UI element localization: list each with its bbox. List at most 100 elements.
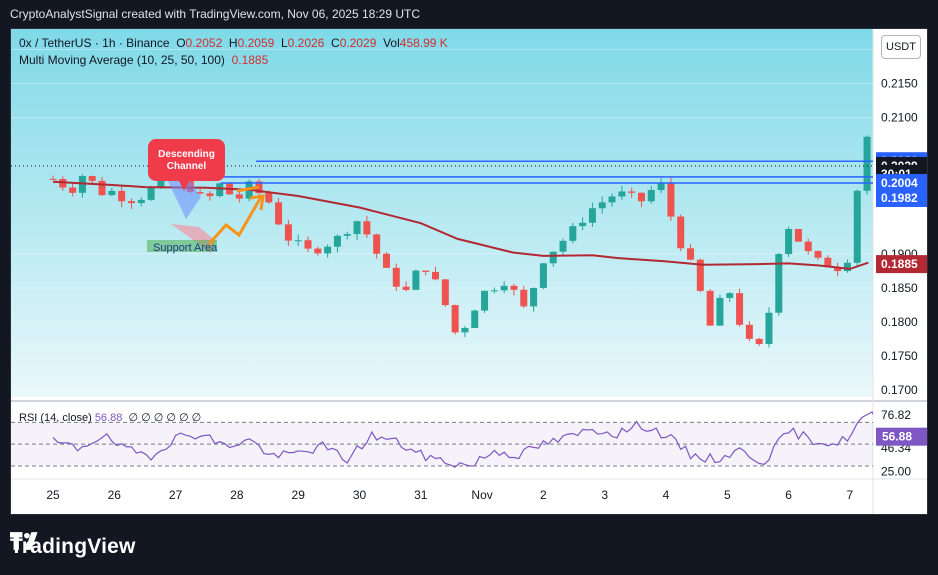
candle-body <box>481 290 489 311</box>
time-tick-label: 2 <box>540 488 547 502</box>
candle-body <box>275 202 283 225</box>
rsi-value-text: 56.88 <box>882 430 912 444</box>
time-tick-label: 7 <box>847 488 854 502</box>
rsi-legend: RSI (14, close) 56.88 ∅ ∅ ∅ ∅ ∅ ∅ <box>19 411 201 424</box>
candle-body <box>539 263 547 288</box>
candle-body <box>147 187 155 200</box>
candle-body <box>353 221 361 235</box>
candle-body <box>49 178 57 180</box>
candle-body <box>373 234 381 254</box>
rsi-tick-label: 76.82 <box>881 408 911 422</box>
candle-body <box>755 338 763 344</box>
candle-body <box>304 240 312 249</box>
candle-body <box>382 253 390 268</box>
price-chart[interactable]: 0.22000.21500.21000.19000.18500.18000.17… <box>11 29 928 515</box>
callout-text-line2: Channel <box>167 161 207 172</box>
candle-body <box>706 290 714 326</box>
candle-body <box>441 279 449 306</box>
candle-body <box>490 290 498 292</box>
price-tick-label: 0.2150 <box>881 77 918 91</box>
rsi-tick-label: 25.00 <box>881 464 911 478</box>
time-tick-label: 3 <box>601 488 608 502</box>
price-tick-label: 0.1700 <box>881 383 918 397</box>
price-label-text: 0.1982 <box>881 191 918 205</box>
candle-body <box>853 190 861 263</box>
time-tick-label: 29 <box>292 488 306 502</box>
candle-body <box>667 183 675 217</box>
ma-value: 0.1885 <box>231 53 269 67</box>
time-tick-label: Nov <box>471 488 492 502</box>
candle-body <box>402 286 410 290</box>
price-pane-background <box>11 29 873 397</box>
open-label: O <box>176 36 186 50</box>
candle-body <box>549 251 557 264</box>
chart-panel[interactable]: 0.22000.21500.21000.19000.18500.18000.17… <box>10 28 928 515</box>
candle-body <box>363 221 371 235</box>
time-tick-label: 25 <box>46 488 60 502</box>
candle-body <box>471 310 479 328</box>
candle-body <box>608 196 616 203</box>
candle-body <box>294 240 302 242</box>
candle-body <box>343 234 351 236</box>
candle-body <box>206 193 214 197</box>
candle-body <box>235 194 243 199</box>
candle-body <box>324 246 332 254</box>
support-area-label: Support Area <box>153 242 218 254</box>
candle-body <box>726 293 734 298</box>
rsi-label[interactable]: RSI (14, close) <box>19 412 92 424</box>
high-value: 0.2059 <box>237 36 275 50</box>
close-value: 0.2029 <box>339 36 377 50</box>
candle-body <box>127 201 135 204</box>
candle-body <box>500 285 508 291</box>
price-tick-label: 0.2100 <box>881 111 918 125</box>
time-tick-label: 27 <box>169 488 183 502</box>
candle-body <box>412 270 420 290</box>
candle-body <box>657 183 665 191</box>
high-label: H <box>228 36 238 50</box>
callout-text-line1: Descending <box>158 149 215 160</box>
price-tick-label: 0.1850 <box>881 281 918 295</box>
close-label: C <box>331 36 340 50</box>
candle-body <box>461 327 469 333</box>
candle-body <box>69 187 77 193</box>
low-label: L <box>280 36 288 50</box>
tradingview-brand[interactable]: TradingView <box>10 532 136 562</box>
candle-body <box>628 191 636 193</box>
candle-body <box>88 176 96 181</box>
candle-body <box>314 248 322 254</box>
candle-body <box>618 191 626 197</box>
symbol-label[interactable]: 0x / TetherUS · 1h · Binance <box>19 36 170 50</box>
time-tick-label: 4 <box>663 488 670 502</box>
candle-body <box>716 297 724 326</box>
candle-body <box>785 229 793 255</box>
candle-body <box>598 202 606 209</box>
candle-body <box>579 222 587 227</box>
callout-box <box>148 139 225 181</box>
candle-body <box>588 208 596 223</box>
time-tick-label: 6 <box>785 488 792 502</box>
candle-body <box>392 267 400 287</box>
candle-body <box>108 190 116 196</box>
low-value: 0.2026 <box>287 36 325 50</box>
candle-body <box>873 128 880 137</box>
candle-body <box>118 190 126 202</box>
time-tick-label: 30 <box>353 488 367 502</box>
time-tick-label: 28 <box>230 488 244 502</box>
currency-button[interactable]: USDT <box>881 35 921 59</box>
candle-body <box>677 216 685 249</box>
candle-body <box>432 271 440 280</box>
candle-body <box>569 226 577 241</box>
time-tick-label: 5 <box>724 488 731 502</box>
candle-body <box>510 285 518 290</box>
candle-body <box>216 183 224 197</box>
candle-body <box>333 235 341 247</box>
candle-body <box>883 128 890 155</box>
candle-body <box>137 199 145 204</box>
rsi-empty-values: ∅ ∅ ∅ ∅ ∅ ∅ <box>128 412 202 424</box>
time-tick-label: 31 <box>414 488 428 502</box>
candle-body <box>794 229 802 242</box>
ma-label[interactable]: Multi Moving Average (10, 25, 50, 100) <box>19 53 225 67</box>
candle-body <box>647 190 655 202</box>
price-label-text: 0.1885 <box>881 257 918 271</box>
candle-body <box>736 293 744 325</box>
